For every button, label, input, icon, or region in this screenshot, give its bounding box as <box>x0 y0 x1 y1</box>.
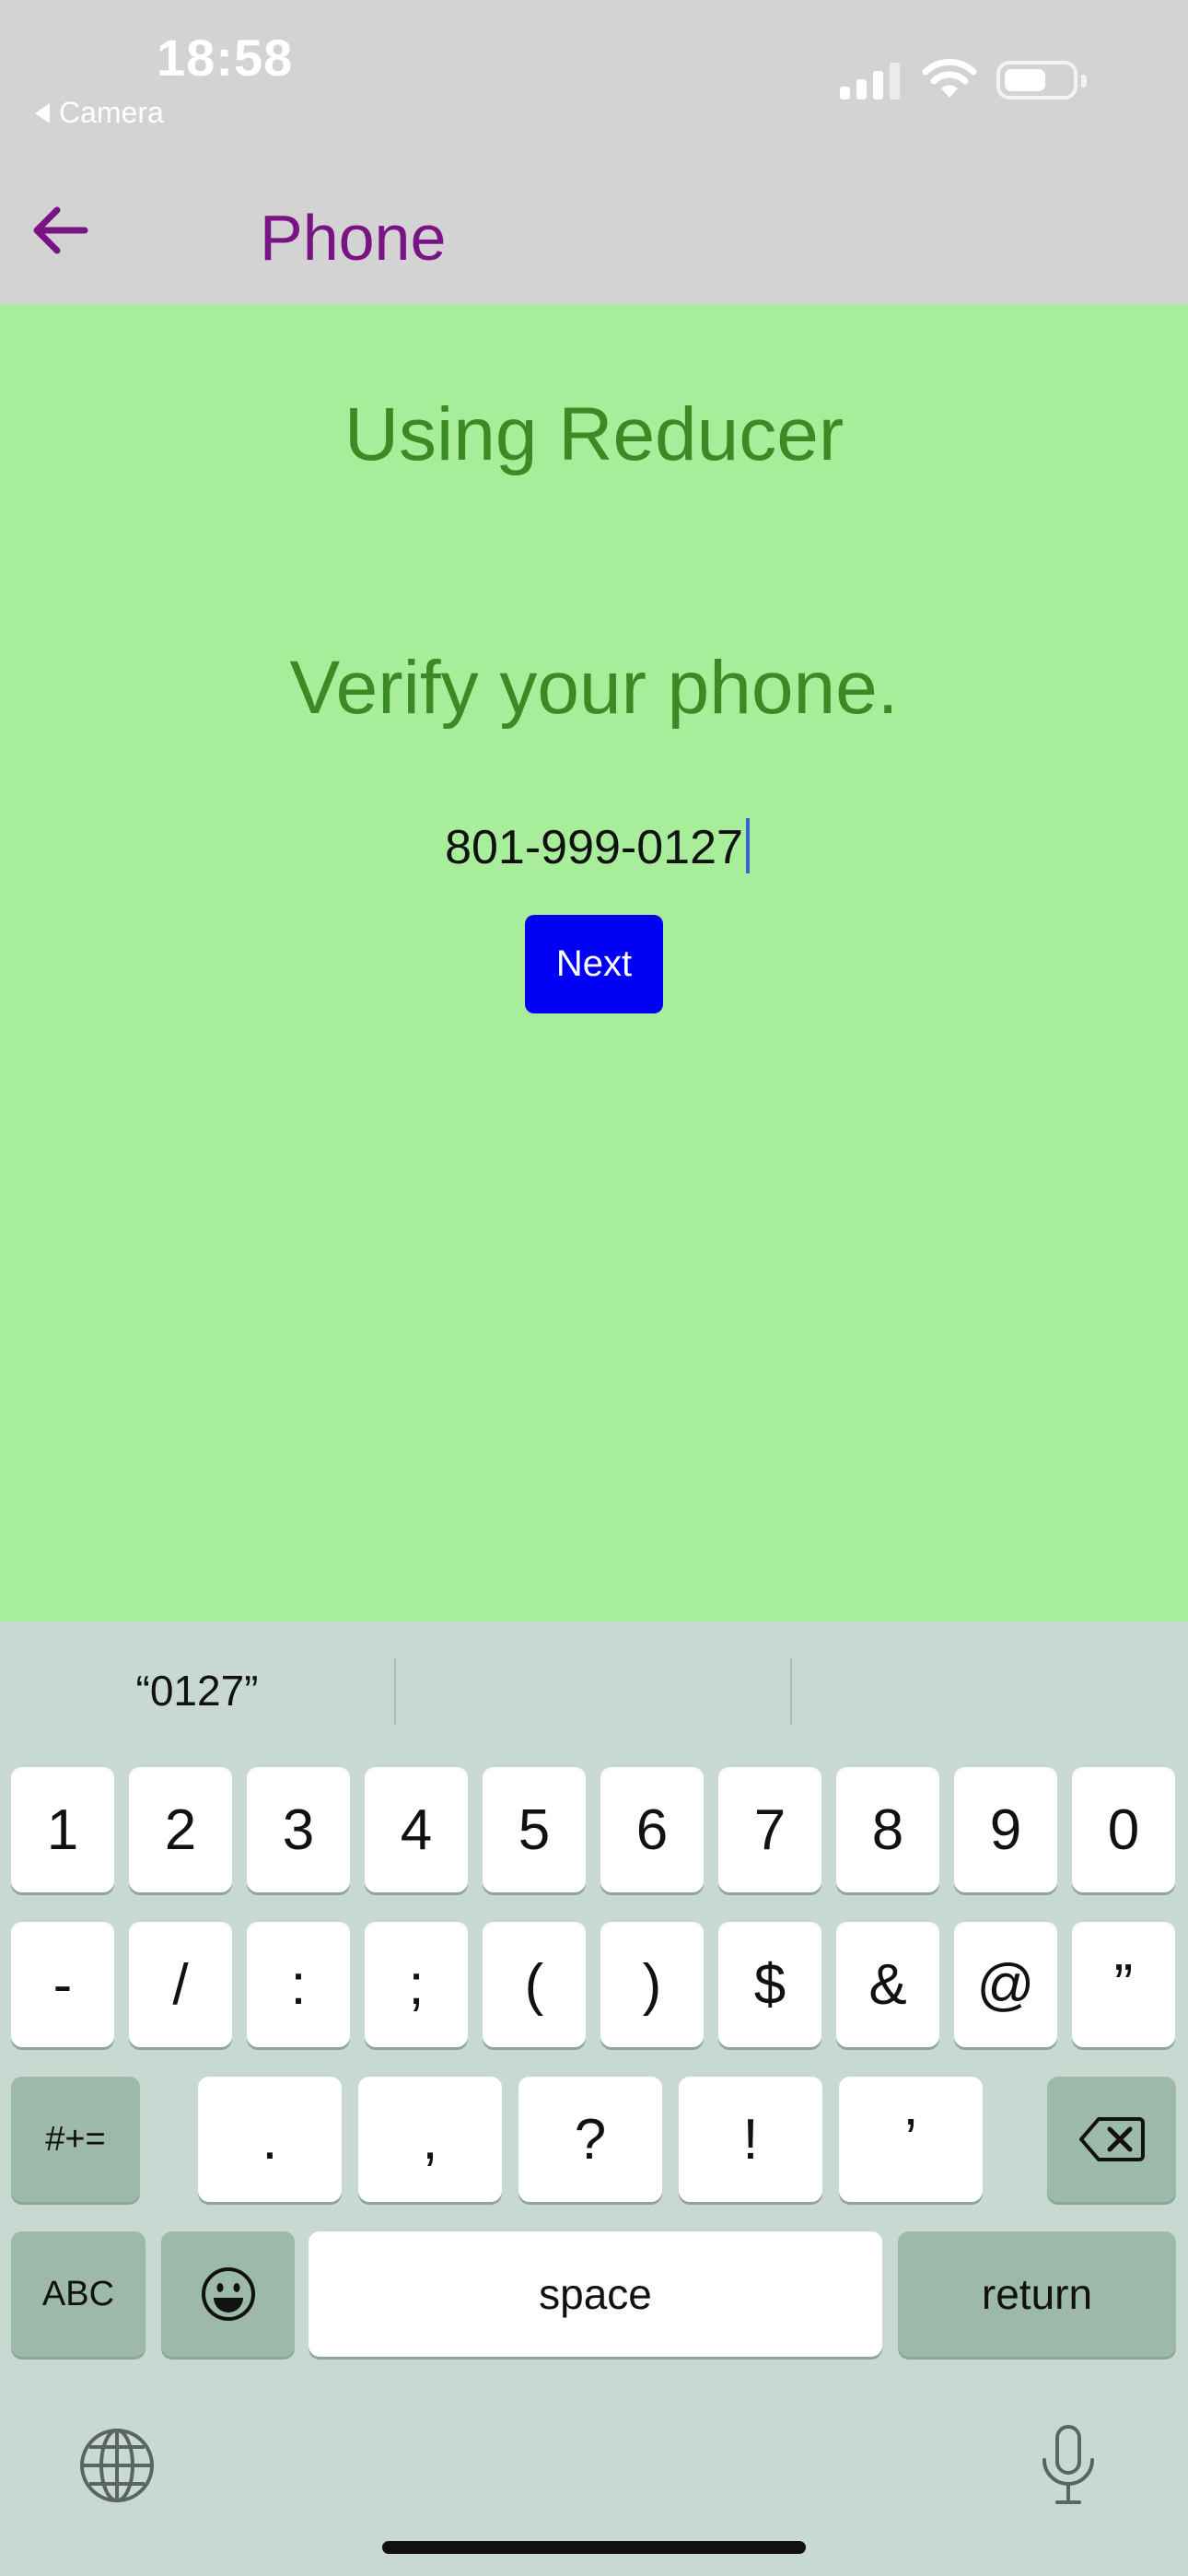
abc-key[interactable]: ABC <box>11 2231 146 2357</box>
key[interactable]: 2 <box>129 1767 232 1892</box>
key[interactable]: ” <box>1072 1922 1175 2047</box>
status-time: 18:58 <box>157 29 294 87</box>
key[interactable]: . <box>198 2077 342 2202</box>
key[interactable]: , <box>358 2077 502 2202</box>
main-content: Using Reducer Verify your phone. Next <box>0 304 1188 1622</box>
cellular-signal-icon <box>840 61 900 100</box>
key[interactable]: ; <box>365 1922 468 2047</box>
key[interactable]: ’ <box>839 2077 983 2202</box>
suggestion-item-empty[interactable] <box>396 1622 790 1760</box>
key[interactable]: @ <box>954 1922 1057 2047</box>
key[interactable]: - <box>11 1922 114 2047</box>
key[interactable]: 1 <box>11 1767 114 1892</box>
navigation-header: Phone <box>0 138 1188 304</box>
key[interactable]: 8 <box>836 1767 939 1892</box>
status-bar: 18:58 Camera <box>0 0 1188 138</box>
battery-icon <box>996 61 1087 100</box>
key[interactable]: 9 <box>954 1767 1057 1892</box>
key[interactable]: 0 <box>1072 1767 1175 1892</box>
next-button[interactable]: Next <box>525 915 663 1013</box>
backspace-icon <box>1079 2117 1145 2161</box>
suggestion-bar: “0127” <box>0 1622 1188 1760</box>
key[interactable]: ) <box>600 1922 704 2047</box>
keyboard: “0127” 1 2 3 4 5 6 7 8 9 0 - / : ; ( ) $… <box>0 1622 1188 2576</box>
space-key[interactable]: space <box>309 2231 882 2357</box>
arrow-left-icon[interactable] <box>28 203 92 258</box>
emoji-icon <box>201 2267 255 2321</box>
home-indicator[interactable] <box>382 2541 806 2554</box>
suggestion-item[interactable]: “0127” <box>0 1622 394 1760</box>
key[interactable]: / <box>129 1922 232 2047</box>
key[interactable]: & <box>836 1922 939 2047</box>
microphone-icon[interactable] <box>1039 2423 1098 2508</box>
key[interactable]: 3 <box>247 1767 350 1892</box>
key[interactable]: 6 <box>600 1767 704 1892</box>
text-caret <box>746 818 750 873</box>
verify-prompt: Verify your phone. <box>289 646 899 730</box>
back-triangle-icon <box>35 102 50 123</box>
symbols-toggle-key[interactable]: #+= <box>11 2077 140 2202</box>
key[interactable]: 7 <box>718 1767 821 1892</box>
suggestion-item-empty[interactable] <box>792 1622 1186 1760</box>
page-title: Phone <box>260 202 447 274</box>
key[interactable]: $ <box>718 1922 821 2047</box>
key[interactable]: ! <box>679 2077 822 2202</box>
screen-header: Using Reducer <box>344 392 844 476</box>
key[interactable]: 4 <box>365 1767 468 1892</box>
key[interactable]: ? <box>518 2077 662 2202</box>
key[interactable]: 5 <box>483 1767 586 1892</box>
emoji-key[interactable] <box>161 2231 295 2357</box>
phone-number-input[interactable] <box>304 806 884 889</box>
key[interactable]: : <box>247 1922 350 2047</box>
wifi-icon <box>922 58 977 98</box>
globe-icon[interactable] <box>78 2427 156 2504</box>
back-to-app-link[interactable]: Camera <box>35 96 164 130</box>
return-key[interactable]: return <box>898 2231 1176 2357</box>
delete-key[interactable] <box>1047 2077 1176 2202</box>
back-app-label: Camera <box>59 96 164 129</box>
key[interactable]: ( <box>483 1922 586 2047</box>
